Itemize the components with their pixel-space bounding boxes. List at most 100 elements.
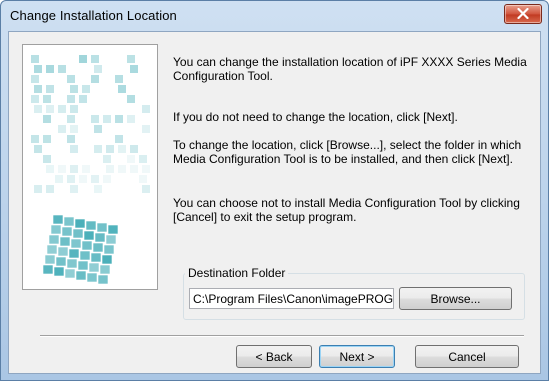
decor-tile [127,55,135,63]
decor-tile [31,135,39,143]
decor-tile [46,85,54,93]
decor-tile [94,65,102,73]
decor-cube-tile [53,266,65,277]
destination-path-field[interactable]: C:\Program Files\Canon\imagePROGRAF [189,288,394,309]
decor-cube-tile [61,226,73,237]
decor-cube-tile [83,230,95,241]
decor-tile [43,155,51,163]
decor-tile [118,145,126,153]
decor-tile [127,115,135,123]
decor-cube-tile [74,218,86,229]
decor-tile [139,175,147,183]
decor-tile [34,105,42,113]
decor-tile [118,85,126,93]
decor-cube-tile [101,254,113,265]
decor-tile [43,115,51,123]
decor-tile [91,175,99,183]
decor-tile [70,125,78,133]
decor-tile [67,115,75,123]
decor-tile [67,95,75,103]
decor-cube-tile [90,252,102,263]
decor-tile [46,185,54,193]
dialog-body: You can change the installation location… [8,31,541,374]
decor-tile [139,155,147,163]
decor-tile [94,125,102,133]
decor-tile [70,165,78,173]
decor-cube-tile [68,248,80,259]
decor-cube-tile [97,274,109,285]
decor-cube-tile [75,270,87,281]
decor-tile [58,125,66,133]
decor-tile [82,85,90,93]
decor-tile [31,75,39,83]
decor-tile [103,175,111,183]
decor-tile [115,75,123,83]
close-icon [517,8,529,19]
installer-dialog: Change Installation Location You can cha… [0,0,549,381]
decor-tile [94,185,102,193]
decor-cube-tile [72,228,84,239]
decor-tile [79,55,87,63]
footer-separator [40,335,524,337]
decor-cube-tile [81,240,93,251]
decor-cube-tile [99,264,111,275]
cancel-button[interactable]: Cancel [415,345,519,368]
decor-tile [58,105,66,113]
decor-tile [103,155,111,163]
decor-cube-tile [88,262,100,273]
destination-folder-label: Destination Folder [185,266,289,280]
info-text-2: If you do not need to change the locatio… [173,110,458,124]
decor-cube-tile [85,220,97,231]
decor-cube-tile [92,242,104,253]
next-button[interactable]: Next > [319,345,395,368]
decor-tile [106,165,114,173]
decor-tile [46,165,54,173]
decor-tile [31,55,39,63]
decor-tile [118,165,126,173]
decor-tile [34,65,42,73]
decor-cube-tile [103,244,115,255]
decor-tile [43,95,51,103]
close-button[interactable] [504,4,542,24]
decor-tile [106,145,114,153]
decor-tile [46,65,54,73]
decor-cube-tile [94,232,106,243]
window-title: Change Installation Location [10,8,177,23]
decor-tile [130,165,138,173]
decor-tile [91,115,99,123]
decor-tile [103,115,111,123]
decor-tile [127,95,135,103]
decor-cube-tile [107,224,119,235]
decor-tile [130,145,138,153]
decor-tile [79,95,87,103]
decor-cube-tile [96,222,108,233]
decor-tile [67,75,75,83]
decor-tile [43,135,51,143]
decor-tile [34,85,42,93]
decor-tile [31,95,39,103]
decor-tile [82,165,90,173]
decor-cube-tile [50,224,62,235]
decor-cube-tile [66,258,78,269]
decor-cube-tile [52,214,64,225]
decor-cube-tile [105,234,117,245]
decor-tile [142,185,150,193]
decor-cube-tile [57,246,69,257]
decor-tile [94,145,102,153]
decor-tile [130,65,138,73]
decor-cube-tile [59,236,71,247]
decor-tile [34,145,42,153]
decor-tile [115,115,123,123]
back-button[interactable]: < Back [236,345,312,368]
decor-tile [34,185,42,193]
decor-tile [70,105,78,113]
title-bar[interactable]: Change Installation Location [1,1,548,31]
browse-button[interactable]: Browse... [399,287,512,310]
decor-tile [127,155,135,163]
decor-cube-tile [55,256,67,267]
info-text-1: You can change the installation location… [173,55,527,83]
decor-cube-tile [42,264,54,275]
decor-tile [58,65,66,73]
decor-tile [91,55,99,63]
decor-tile [70,185,78,193]
